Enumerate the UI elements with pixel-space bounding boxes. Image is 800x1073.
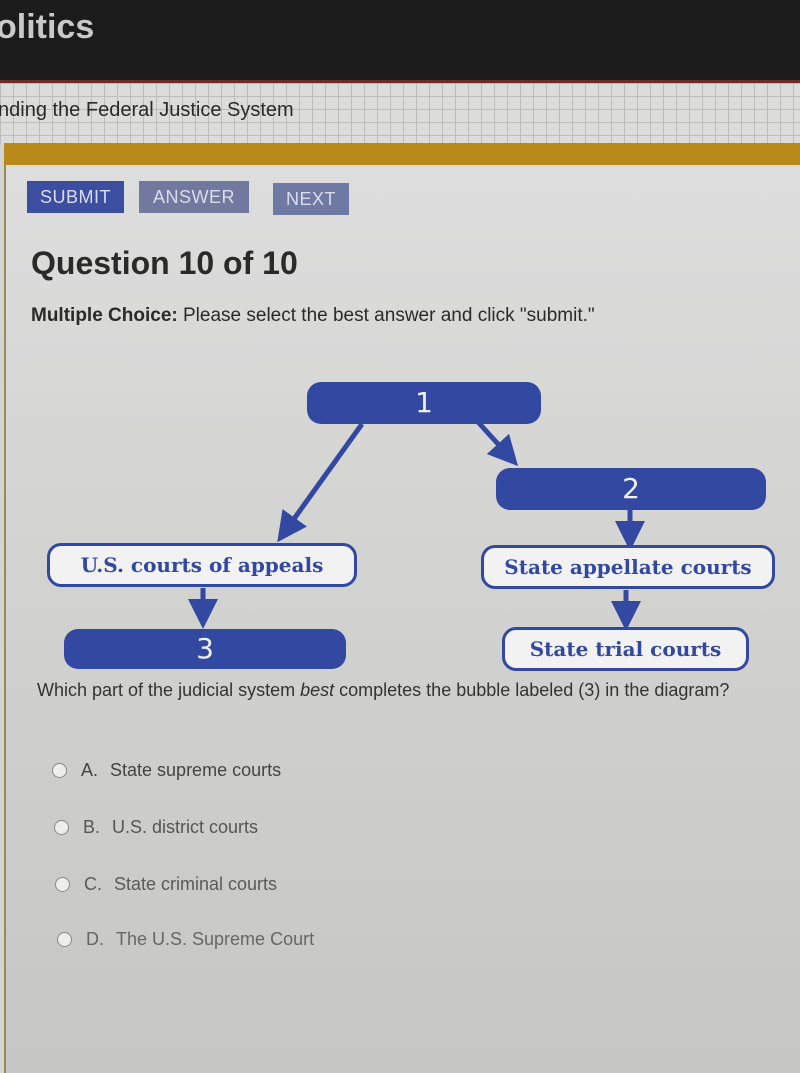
option-letter: D. [86,929,104,949]
option-text: State criminal courts [114,874,278,894]
diagram-arrows [188,420,645,631]
option-text: The U.S. Supreme Court [116,929,315,949]
option-letter: A. [81,760,99,780]
prompt-emphasis: best [300,680,335,700]
question-prompt: Which part of the judicial system best c… [37,680,737,701]
option-a[interactable]: A. State supreme courts [52,760,281,781]
option-c[interactable]: C. State criminal courts [55,874,277,895]
diagram-box-2: 2 [496,468,766,510]
option-d[interactable]: D. The U.S. Supreme Court [57,929,314,950]
arrow-1-to-appeals [277,422,365,543]
prompt-text-end: completes the bubble labeled (3) in the … [334,680,730,700]
radio-button[interactable] [52,763,67,778]
option-letter: B. [83,817,101,837]
prompt-text: Which part of the judicial system [37,680,301,700]
diagram-box-state-trial: State trial courts [502,627,749,671]
arrow-1-to-2 [476,420,519,467]
diagram-box-1: 1 [307,382,541,424]
option-b[interactable]: B. U.S. district courts [54,817,258,838]
option-letter: C. [84,874,102,894]
diagram-box-3: 3 [64,629,346,669]
radio-button[interactable] [57,932,72,947]
diagram-box-state-appellate: State appellate courts [481,545,775,589]
radio-button[interactable] [54,820,69,835]
radio-button[interactable] [55,877,70,892]
option-text: U.S. district courts [112,817,259,837]
option-text: State supreme courts [110,760,282,780]
diagram-box-federal-appeals: U.S. courts of appeals [47,543,357,587]
